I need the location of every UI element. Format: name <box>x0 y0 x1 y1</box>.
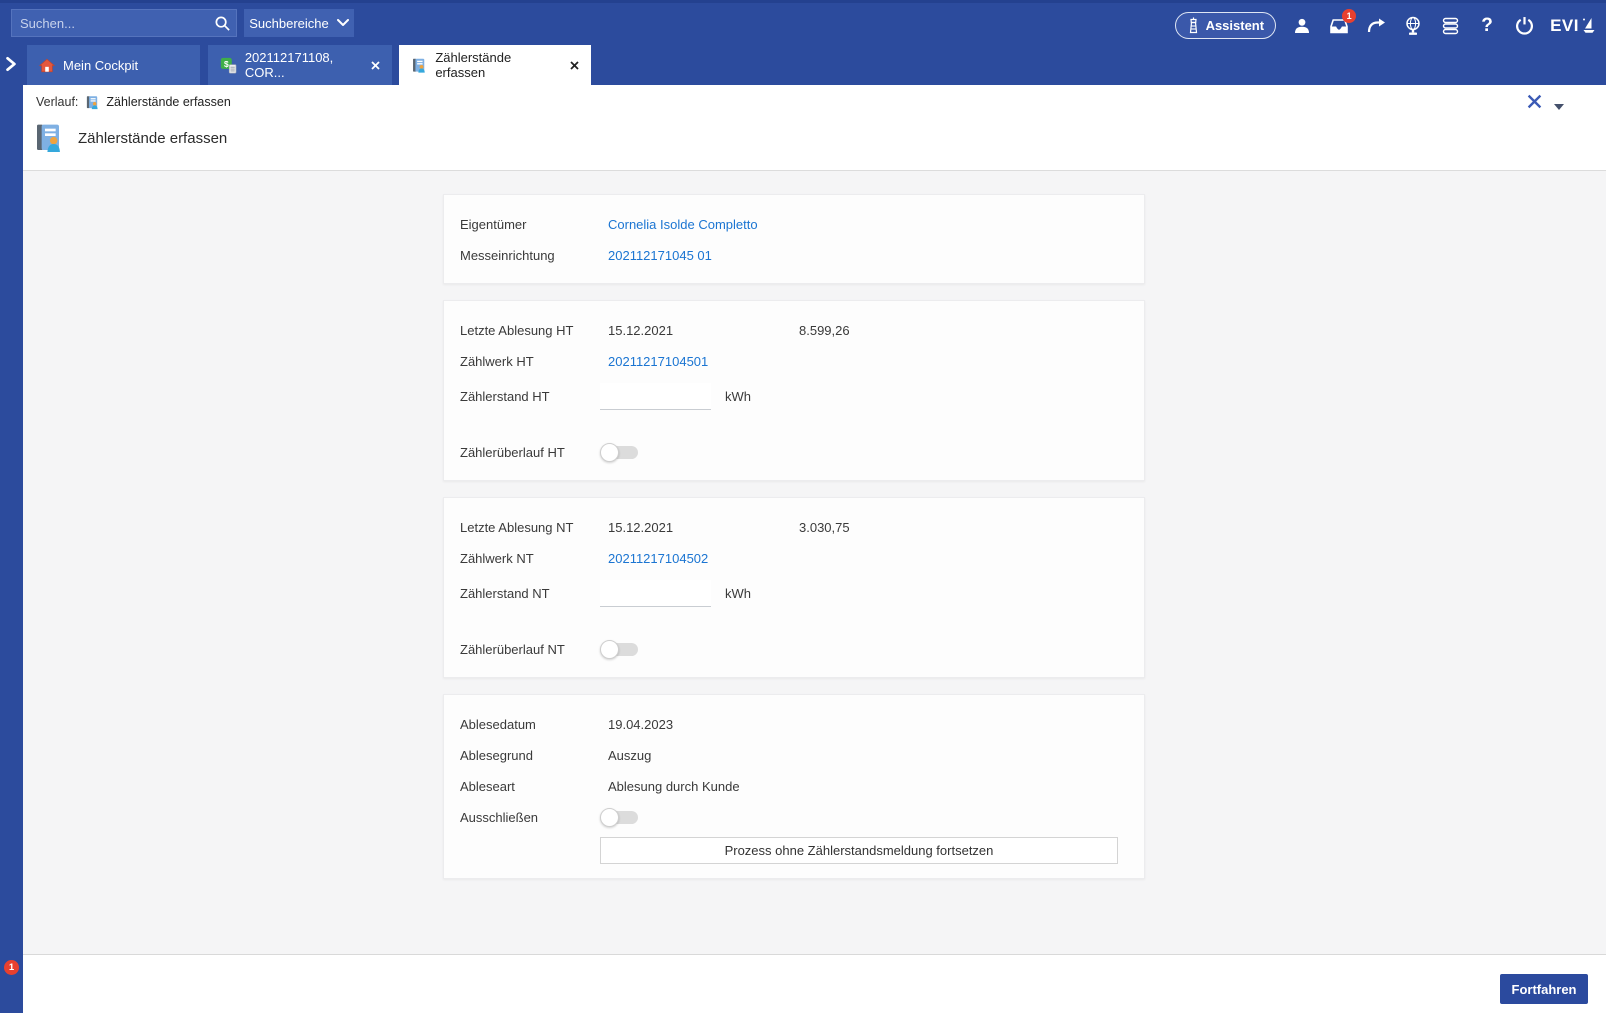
meter-reading-icon <box>33 121 65 155</box>
inbox-icon[interactable]: 1 <box>1328 13 1350 39</box>
card-ht: Letzte Ablesung HT 15.12.2021 8.599,26 Z… <box>443 300 1145 481</box>
chevron-down-icon <box>337 19 349 27</box>
owner-link[interactable]: Cornelia Isolde Completto <box>600 217 791 232</box>
expand-panel-icon[interactable] <box>5 56 17 77</box>
overflow-ht-toggle[interactable] <box>600 443 638 462</box>
tab-contract[interactable]: $ 202112171108, COR... <box>208 45 392 85</box>
toggle-knob <box>600 808 619 827</box>
toggle-knob <box>600 640 619 659</box>
search-input[interactable] <box>12 16 208 31</box>
database-icon[interactable] <box>1439 13 1461 39</box>
search-areas-label: Suchbereiche <box>249 16 329 31</box>
view-menu-caret-icon[interactable] <box>1554 97 1564 115</box>
reading-ht-label: Zählerstand HT <box>460 389 600 404</box>
brand-text: EVI <box>1550 16 1579 36</box>
card-nt: Letzte Ablesung NT 15.12.2021 3.030,75 Z… <box>443 497 1145 678</box>
overflow-nt-label: Zählerüberlauf NT <box>460 642 600 657</box>
page-header: Verlauf: Zählerstände erfassen <box>23 85 1606 171</box>
form-content: Eigentümer Cornelia Isolde Completto Mes… <box>23 171 1606 954</box>
reading-date-label: Ablesedatum <box>460 717 600 732</box>
sailboat-icon <box>1582 17 1596 34</box>
power-icon[interactable] <box>1513 13 1535 39</box>
help-icon[interactable]: ? <box>1476 13 1498 39</box>
redo-icon[interactable] <box>1365 13 1387 39</box>
reading-reason-label: Ablesegrund <box>460 748 600 763</box>
exclude-toggle[interactable] <box>600 808 638 827</box>
history-label: Verlauf: <box>36 95 78 109</box>
last-reading-nt-label: Letzte Ablesung NT <box>460 520 600 535</box>
reading-ht-input[interactable] <box>600 383 711 410</box>
tab-close-icon[interactable] <box>568 58 581 72</box>
last-reading-nt-date: 15.12.2021 <box>600 520 791 535</box>
assistant-button[interactable]: Assistent <box>1175 12 1277 39</box>
brand-logo: EVI <box>1550 16 1596 36</box>
last-reading-nt-value: 3.030,75 <box>791 520 850 535</box>
left-rail: 1 <box>0 85 23 1013</box>
owner-label: Eigentümer <box>460 217 600 232</box>
continue-button[interactable]: Fortfahren <box>1500 974 1588 1004</box>
tab-close-icon[interactable] <box>370 58 382 72</box>
reading-reason-value: Auszug <box>600 748 791 763</box>
reading-nt-label: Zählerstand NT <box>460 586 600 601</box>
measuring-device-label: Messeinrichtung <box>460 248 600 263</box>
tab-zaehlerstaende-erfassen[interactable]: Zählerstände erfassen <box>399 45 591 85</box>
top-bar: Suchbereiche Assistent 1 <box>0 0 1606 45</box>
search-icon[interactable] <box>208 15 236 32</box>
reading-type-value: Ablesung durch Kunde <box>600 779 791 794</box>
history-item[interactable]: Zählerstände erfassen <box>85 95 230 110</box>
reading-nt-input[interactable] <box>600 580 711 607</box>
reading-type-label: Ableseart <box>460 779 600 794</box>
reading-date-value: 19.04.2023 <box>600 717 791 732</box>
tab-label: 202112171108, COR... <box>245 50 362 80</box>
globe-icon[interactable] <box>1402 13 1424 39</box>
card-reading-meta: Ablesedatum 19.04.2023 Ablesegrund Auszu… <box>443 694 1145 879</box>
register-ht-label: Zählwerk HT <box>460 354 600 369</box>
overflow-ht-label: Zählerüberlauf HT <box>460 445 600 460</box>
exclude-label: Ausschließen <box>460 810 600 825</box>
assistant-label: Assistent <box>1206 18 1265 33</box>
tab-label: Mein Cockpit <box>63 58 138 73</box>
card-owner: Eigentümer Cornelia Isolde Completto Mes… <box>443 194 1145 284</box>
topbar-icons: Assistent 1 <box>1175 3 1596 48</box>
home-icon <box>39 58 55 73</box>
last-reading-ht-date: 15.12.2021 <box>600 323 791 338</box>
footer-bar: Fortfahren <box>23 954 1606 1013</box>
svg-text:$: $ <box>224 58 229 68</box>
lighthouse-icon <box>1187 17 1200 34</box>
register-ht-link[interactable]: 20211217104501 <box>600 354 791 369</box>
page-title: Zählerstände erfassen <box>78 130 227 147</box>
close-view-icon[interactable] <box>1524 91 1544 111</box>
history-breadcrumb: Verlauf: Zählerstände erfassen <box>36 90 231 114</box>
help-label: ? <box>1481 16 1493 35</box>
toggle-knob <box>600 443 619 462</box>
notification-badge[interactable]: 1 <box>4 960 19 975</box>
global-search[interactable] <box>11 9 237 37</box>
contract-icon: $ <box>220 56 237 75</box>
measuring-device-link[interactable]: 202112171045 01 <box>600 248 791 263</box>
register-nt-link[interactable]: 20211217104502 <box>600 551 791 566</box>
last-reading-ht-label: Letzte Ablesung HT <box>460 323 600 338</box>
overflow-nt-toggle[interactable] <box>600 640 638 659</box>
inbox-badge: 1 <box>1342 9 1356 23</box>
meter-reading-icon <box>411 57 427 74</box>
register-nt-label: Zählwerk NT <box>460 551 600 566</box>
last-reading-ht-value: 8.599,26 <box>791 323 850 338</box>
search-areas-button[interactable]: Suchbereiche <box>244 9 354 37</box>
title-row: Zählerstände erfassen <box>33 121 227 155</box>
tab-mein-cockpit[interactable]: Mein Cockpit <box>27 45 200 85</box>
reading-nt-unit: kWh <box>711 586 751 601</box>
main-panel: Verlauf: Zählerstände erfassen <box>23 85 1606 1013</box>
history-item-label: Zählerstände erfassen <box>106 95 230 109</box>
meter-reading-icon <box>85 95 100 110</box>
user-icon[interactable] <box>1291 13 1313 39</box>
tab-strip: Mein Cockpit $ 202112171108, COR... Zähl… <box>0 45 1606 85</box>
skip-reading-button[interactable]: Prozess ohne Zählerstandsmeldung fortset… <box>600 837 1118 864</box>
tab-label: Zählerstände erfassen <box>435 50 559 80</box>
reading-ht-unit: kWh <box>711 389 751 404</box>
